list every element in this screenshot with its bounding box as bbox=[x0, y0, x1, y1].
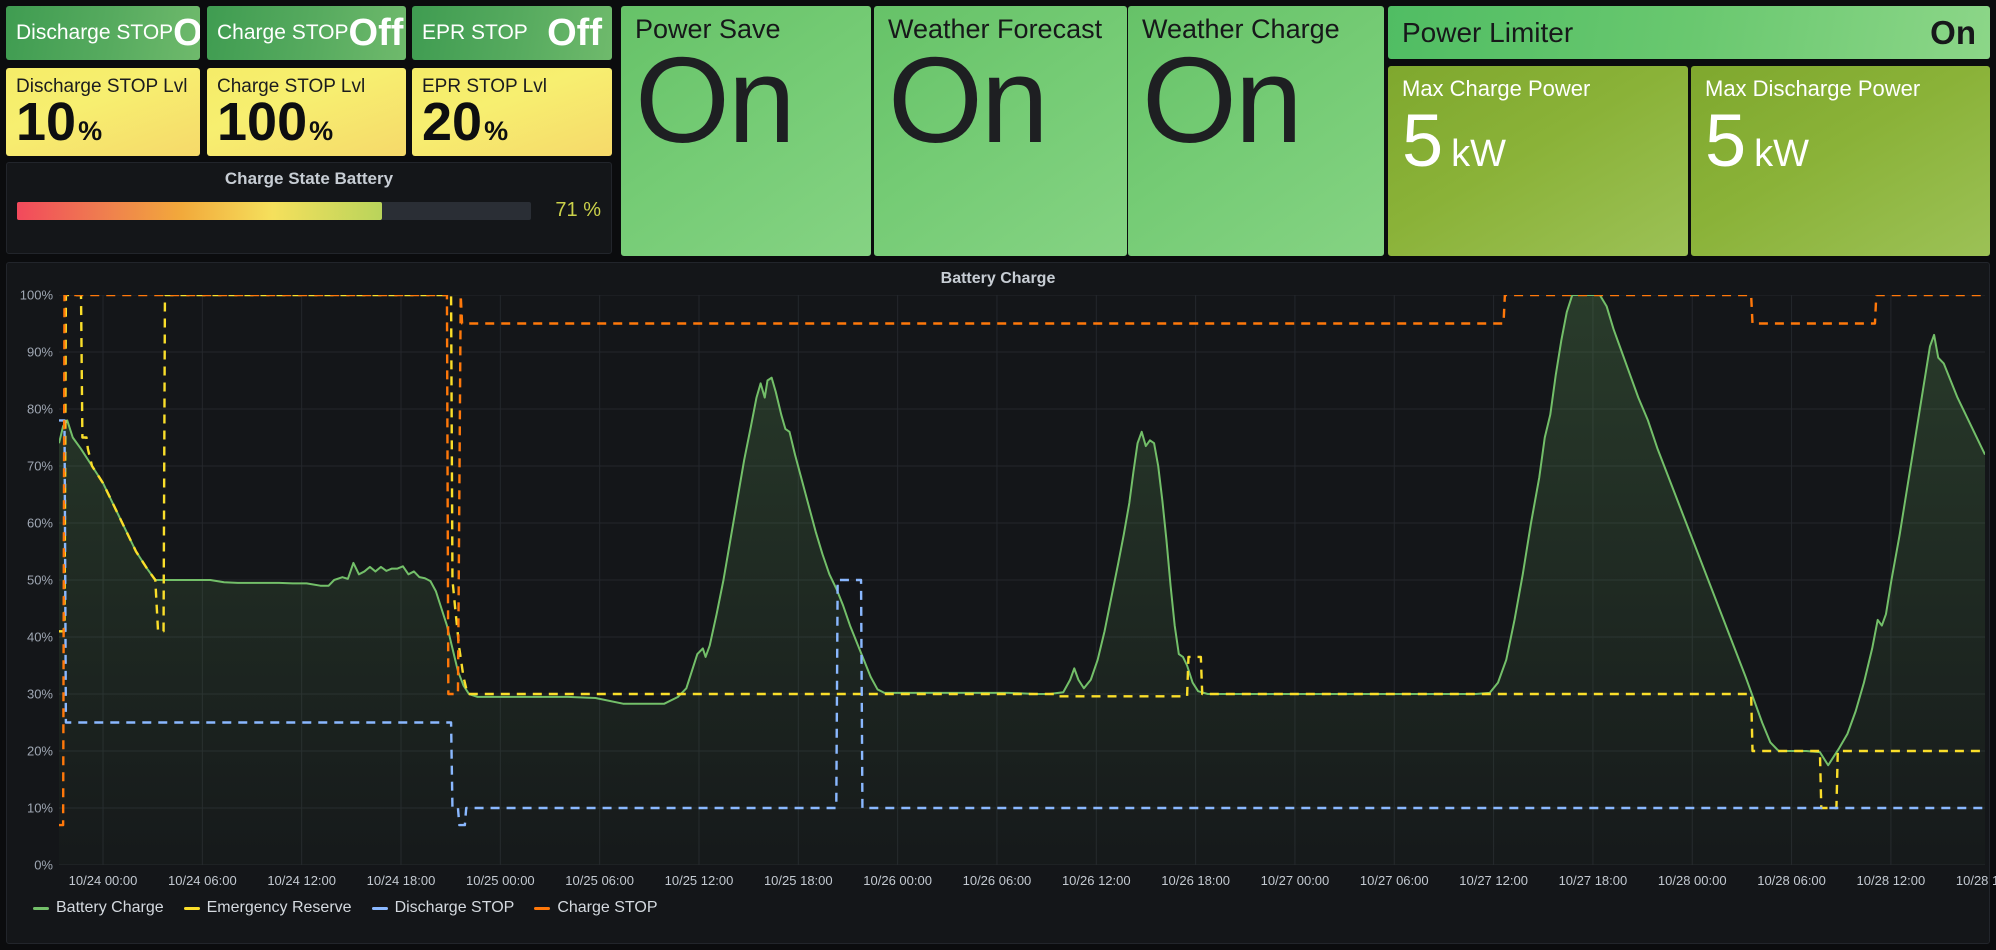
x-axis-tick: 10/25 06:00 bbox=[565, 873, 634, 888]
x-axis-tick: 10/24 00:00 bbox=[69, 873, 138, 888]
stat-value: Off bbox=[547, 14, 602, 52]
legend-color-swatch bbox=[33, 907, 49, 910]
stat-unit: kW bbox=[1451, 133, 1506, 176]
stat-panel-epr-stop[interactable]: EPR STOP Off bbox=[412, 6, 612, 60]
legend-label: Emergency Reserve bbox=[207, 899, 352, 917]
x-axis-tick: 10/26 00:00 bbox=[863, 873, 932, 888]
stat-unit: % bbox=[309, 116, 333, 147]
x-axis-tick: 10/27 00:00 bbox=[1261, 873, 1330, 888]
stat-value: 10 bbox=[16, 94, 76, 151]
stat-value-group: 100 % bbox=[217, 94, 406, 151]
legend-item[interactable]: Discharge STOP bbox=[372, 899, 515, 917]
y-axis-tick: 100% bbox=[20, 288, 53, 303]
bargauge-charge-state-battery[interactable]: Charge State Battery 71 % bbox=[6, 162, 612, 254]
y-axis-tick: 50% bbox=[27, 573, 53, 588]
stat-panel-epr-stop-lvl[interactable]: EPR STOP Lvl 20 % bbox=[412, 68, 612, 156]
x-axis-tick: 10/28 18:00 bbox=[1956, 873, 1996, 888]
x-axis-tick: 10/24 18:00 bbox=[367, 873, 436, 888]
bargauge-row: 71 % bbox=[7, 199, 611, 222]
x-axis-tick: 10/26 18:00 bbox=[1161, 873, 1230, 888]
stat-panel-charge-stop-lvl[interactable]: Charge STOP Lvl 100 % bbox=[207, 68, 406, 156]
y-axis-tick: 20% bbox=[27, 744, 53, 759]
plot-area[interactable] bbox=[59, 295, 1985, 865]
legend-color-swatch bbox=[184, 907, 200, 910]
stat-value: 20 bbox=[422, 94, 482, 151]
x-axis-tick: 10/27 12:00 bbox=[1459, 873, 1528, 888]
grafana-dashboard: Discharge STOP Off Charge STOP Off EPR S… bbox=[0, 0, 1996, 950]
stat-panel-max-discharge-power[interactable]: Max Discharge Power 5 kW bbox=[1691, 66, 1990, 256]
stat-panel-power-limiter[interactable]: Power Limiter On bbox=[1388, 6, 1990, 59]
stat-panel-discharge-stop[interactable]: Discharge STOP Off bbox=[6, 6, 200, 60]
x-axis-tick: 10/26 06:00 bbox=[963, 873, 1032, 888]
stat-value: 5 bbox=[1705, 104, 1746, 178]
legend-label: Charge STOP bbox=[557, 899, 657, 917]
legend-label: Battery Charge bbox=[56, 899, 164, 917]
stat-value: Off bbox=[349, 14, 404, 52]
stat-value: On bbox=[1930, 14, 1976, 52]
y-axis-tick: 90% bbox=[27, 345, 53, 360]
stat-label: Max Discharge Power bbox=[1705, 76, 1990, 102]
stat-panel-charge-stop[interactable]: Charge STOP Off bbox=[207, 6, 406, 60]
x-axis-tick: 10/27 18:00 bbox=[1559, 873, 1628, 888]
stat-value-group: 10 % bbox=[16, 94, 200, 151]
x-axis-tick: 10/24 06:00 bbox=[168, 873, 237, 888]
panel-title: Charge State Battery bbox=[7, 169, 611, 189]
bargauge-value: 71 % bbox=[531, 199, 601, 222]
x-axis-tick: 10/25 12:00 bbox=[665, 873, 734, 888]
stat-unit: kW bbox=[1754, 133, 1809, 176]
y-axis-tick: 40% bbox=[27, 630, 53, 645]
x-axis-tick: 10/26 12:00 bbox=[1062, 873, 1131, 888]
legend-label: Discharge STOP bbox=[395, 899, 515, 917]
x-axis-tick: 10/24 12:00 bbox=[267, 873, 336, 888]
x-axis-tick: 10/25 18:00 bbox=[764, 873, 833, 888]
legend-item[interactable]: Charge STOP bbox=[534, 899, 657, 917]
stat-label: Discharge STOP bbox=[16, 21, 173, 45]
x-axis-tick: 10/27 06:00 bbox=[1360, 873, 1429, 888]
chart-legend[interactable]: Battery Charge Emergency Reserve Discharge… bbox=[33, 899, 658, 917]
bargauge-track bbox=[17, 202, 531, 220]
stat-value: On bbox=[888, 41, 1127, 161]
stat-unit: % bbox=[78, 116, 102, 147]
x-axis-tick: 10/28 00:00 bbox=[1658, 873, 1727, 888]
stat-label: Charge STOP bbox=[217, 21, 349, 45]
y-axis-tick: 30% bbox=[27, 687, 53, 702]
stat-unit: % bbox=[484, 116, 508, 147]
bargauge-fill bbox=[17, 202, 382, 220]
y-axis-labels: 0% 10% 20% 30% 40% 50% 60% 70% 80% 90% 100% bbox=[7, 289, 59, 943]
x-axis-tick: 10/28 12:00 bbox=[1857, 873, 1926, 888]
y-axis-tick: 10% bbox=[27, 801, 53, 816]
legend-item[interactable]: Battery Charge bbox=[33, 899, 164, 917]
stat-panel-max-charge-power[interactable]: Max Charge Power 5 kW bbox=[1388, 66, 1688, 256]
legend-color-swatch bbox=[534, 907, 550, 910]
x-axis-labels: 10/24 00:00 10/24 06:00 10/24 12:00 10/24 1… bbox=[7, 873, 1989, 893]
stat-value-group: 5 kW bbox=[1705, 104, 1990, 178]
stat-value: 100 bbox=[217, 94, 307, 151]
stat-panel-discharge-stop-lvl[interactable]: Discharge STOP Lvl 10 % bbox=[6, 68, 200, 156]
panel-title: Battery Charge bbox=[7, 263, 1989, 288]
stat-value: On bbox=[1142, 41, 1384, 161]
y-axis-tick: 80% bbox=[27, 402, 53, 417]
stat-label: EPR STOP bbox=[422, 21, 528, 45]
stat-panel-weather-forecast[interactable]: Weather Forecast On bbox=[874, 6, 1127, 256]
stat-value: Off bbox=[173, 14, 200, 52]
stat-value-group: 5 kW bbox=[1402, 104, 1688, 178]
legend-color-swatch bbox=[372, 907, 388, 910]
stat-value: On bbox=[635, 41, 871, 161]
x-axis-tick: 10/28 06:00 bbox=[1757, 873, 1826, 888]
plot-wrapper: 0% 10% 20% 30% 40% 50% 60% 70% 80% 90% 100% 10/24 … bbox=[7, 289, 1989, 943]
y-axis-tick: 70% bbox=[27, 459, 53, 474]
y-axis-tick: 0% bbox=[34, 858, 53, 873]
chart-svg bbox=[59, 295, 1985, 865]
stat-value: 5 bbox=[1402, 104, 1443, 178]
stat-panel-weather-charge[interactable]: Weather Charge On bbox=[1128, 6, 1384, 256]
legend-item[interactable]: Emergency Reserve bbox=[184, 899, 352, 917]
stat-label: Power Limiter bbox=[1402, 17, 1573, 49]
timeseries-panel-battery-charge[interactable]: Battery Charge 0% 10% 20% 30% 40% 50% 60% 70% 80… bbox=[6, 262, 1990, 944]
y-axis-tick: 60% bbox=[27, 516, 53, 531]
stat-panel-power-save[interactable]: Power Save On bbox=[621, 6, 871, 256]
stat-value-group: 20 % bbox=[422, 94, 612, 151]
x-axis-tick: 10/25 00:00 bbox=[466, 873, 535, 888]
stat-label: Max Charge Power bbox=[1402, 76, 1688, 102]
